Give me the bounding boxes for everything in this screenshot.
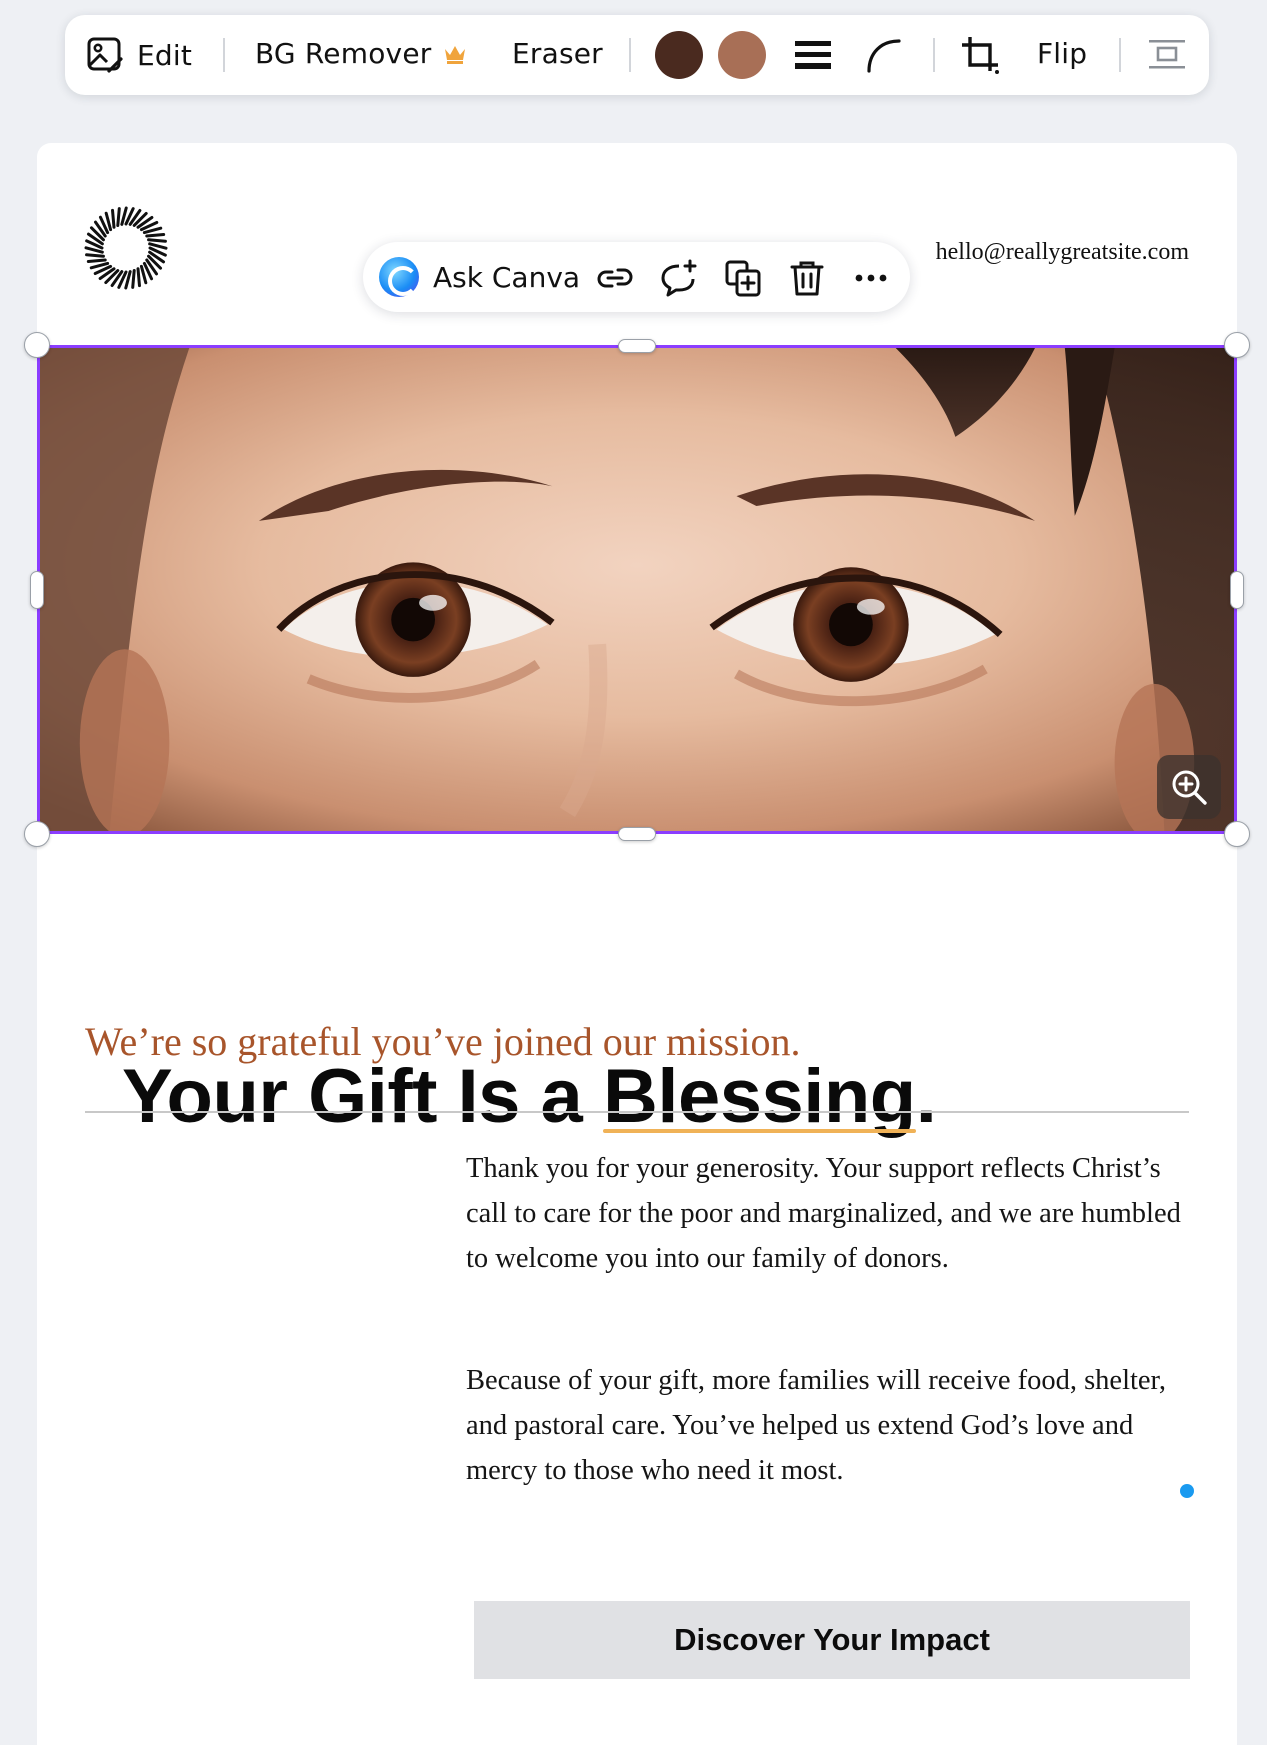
crop-icon bbox=[962, 37, 999, 74]
contact-email[interactable]: hello@reallygreatsite.com bbox=[936, 239, 1189, 266]
discover-impact-button[interactable]: Discover Your Impact bbox=[474, 1601, 1190, 1679]
bg-remover-label: BG Remover bbox=[255, 37, 432, 70]
edit-button[interactable]: Edit bbox=[85, 35, 192, 75]
child-eyes-photo bbox=[40, 348, 1234, 831]
flip-label: Flip bbox=[1037, 37, 1088, 70]
edit-label: Edit bbox=[137, 38, 193, 72]
corner-rounding-button[interactable] bbox=[865, 35, 905, 75]
sunburst-logo-icon bbox=[84, 206, 168, 290]
headline[interactable]: Your Gift Is a Blessing. bbox=[122, 1053, 937, 1140]
headline-accent-word: Blessing bbox=[602, 1054, 916, 1139]
crown-icon bbox=[445, 45, 466, 64]
logo-ray bbox=[131, 269, 136, 289]
collaborator-cursor-dot bbox=[1180, 1484, 1194, 1498]
color-swatch-light-brown[interactable] bbox=[718, 31, 766, 79]
toolbar-divider bbox=[629, 38, 631, 72]
resize-handle-top-right[interactable] bbox=[1224, 332, 1250, 358]
logo-ray bbox=[111, 208, 116, 229]
logo-ray bbox=[147, 238, 167, 243]
resize-handle-bottom-left[interactable] bbox=[24, 821, 50, 847]
color-swatch-dark-brown[interactable] bbox=[655, 31, 703, 79]
crop-button[interactable] bbox=[960, 35, 1002, 77]
more-icon[interactable] bbox=[851, 258, 891, 298]
body-paragraph-2[interactable]: Because of your gift, more families will… bbox=[466, 1358, 1196, 1493]
comment-add-icon[interactable] bbox=[659, 258, 699, 298]
ask-canva-button[interactable]: Ask Canva bbox=[379, 257, 580, 297]
eraser-label: Eraser bbox=[512, 37, 603, 70]
headline-prefix: Your Gift Is a bbox=[122, 1054, 603, 1139]
headline-suffix: . bbox=[915, 1054, 937, 1139]
border-style-button[interactable] bbox=[793, 35, 833, 75]
resize-handle-bottom-right[interactable] bbox=[1224, 821, 1250, 847]
resize-handle-top-left[interactable] bbox=[24, 332, 50, 358]
position-button[interactable] bbox=[1147, 35, 1187, 75]
logo-ray bbox=[139, 264, 148, 285]
logo-ray bbox=[116, 207, 121, 227]
flip-button[interactable]: Flip bbox=[1037, 37, 1087, 70]
logo-ray bbox=[142, 226, 163, 235]
toolbar-divider bbox=[933, 38, 935, 72]
resize-handle-bottom[interactable] bbox=[618, 827, 656, 841]
logo-ray bbox=[89, 261, 110, 270]
eraser-button[interactable]: Eraser bbox=[512, 37, 603, 70]
body-paragraph-1[interactable]: Thank you for your generosity. Your supp… bbox=[466, 1146, 1196, 1281]
subheadline[interactable]: We’re so grateful you’ve joined our miss… bbox=[85, 1018, 801, 1065]
resize-handle-right[interactable] bbox=[1230, 571, 1244, 609]
image-edit-icon bbox=[87, 37, 123, 73]
logo-ray bbox=[136, 267, 141, 288]
logo-ray bbox=[86, 258, 107, 263]
selected-photo-frame[interactable] bbox=[37, 345, 1237, 834]
zoom-in-icon bbox=[1172, 770, 1207, 805]
zoom-image-button[interactable] bbox=[1157, 755, 1221, 819]
logo-ray bbox=[145, 233, 166, 238]
border-weight-icon bbox=[795, 41, 831, 69]
logo-ray bbox=[104, 211, 113, 232]
resize-handle-top[interactable] bbox=[618, 339, 656, 353]
divider-line bbox=[85, 1111, 1189, 1113]
editor-toolbar: Edit BG Remover Eraser Flip bbox=[65, 15, 1209, 95]
duplicate-icon[interactable] bbox=[723, 258, 763, 298]
canva-assistant-icon bbox=[379, 257, 419, 297]
toolbar-divider bbox=[223, 38, 225, 72]
ask-canva-label: Ask Canva bbox=[433, 260, 581, 294]
bg-remover-button[interactable]: BG Remover bbox=[255, 37, 467, 70]
element-context-toolbar: Ask Canva bbox=[363, 242, 910, 312]
link-icon[interactable] bbox=[595, 258, 635, 298]
corner-radius-icon bbox=[867, 39, 901, 73]
resize-handle-left[interactable] bbox=[30, 571, 44, 609]
trash-icon[interactable] bbox=[787, 258, 827, 298]
toolbar-divider bbox=[1119, 38, 1121, 72]
logo-ray bbox=[85, 253, 105, 258]
align-icon bbox=[1149, 40, 1185, 69]
